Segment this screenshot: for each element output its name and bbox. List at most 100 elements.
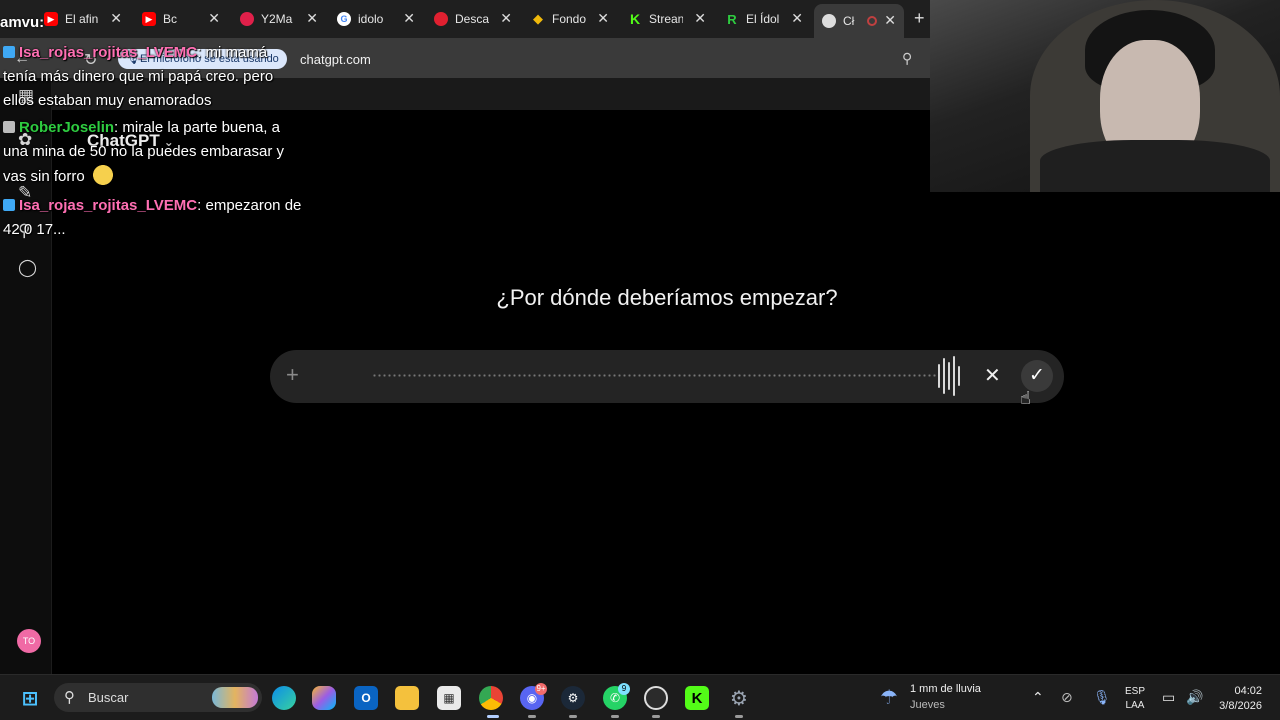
close-tab-icon[interactable]: ✕ — [403, 10, 415, 27]
tab-8[interactable]: R El Ídol ✕ — [725, 6, 805, 32]
zoom-icon[interactable]: ⚲ — [902, 50, 912, 67]
close-tab-icon[interactable]: ✕ — [208, 10, 220, 27]
close-tab-icon[interactable]: ✕ — [884, 12, 896, 29]
volume-icon[interactable]: 🔊 — [1186, 689, 1203, 706]
copilot-icon[interactable] — [312, 686, 336, 710]
tab-title: El afin — [65, 12, 99, 26]
close-tab-icon[interactable]: ✕ — [694, 10, 706, 27]
settings-icon[interactable]: ⚙ — [727, 686, 751, 710]
chat-username: Isa_rojas_rojitas_LVEMC — [19, 197, 198, 214]
voice-level-bars — [938, 356, 962, 396]
emote-icon — [88, 164, 117, 186]
user-badge-icon — [3, 199, 15, 211]
url-text[interactable]: chatgpt.com — [300, 52, 371, 67]
tab-title: Bc — [163, 12, 178, 26]
youtube-icon: ▶ — [142, 12, 156, 26]
rain-icon[interactable]: ☂ — [880, 685, 898, 710]
tab-title: Y2Ma — [261, 12, 293, 26]
lang-bottom: LAA — [1125, 700, 1145, 711]
tab-2[interactable]: ▶ Bc ✕ — [142, 6, 222, 32]
chat-message: Isa_rojas_rojitas_LVEMC: empezaron de 42… — [3, 197, 302, 238]
youtube-icon: ▶ — [44, 12, 58, 26]
tab-title: idolo — [358, 12, 384, 26]
kick-icon: K — [629, 11, 641, 27]
voice-waveform — [372, 374, 938, 377]
whatsapp-badge: 9 — [618, 683, 630, 695]
tab-title: Fondo — [552, 12, 586, 26]
discord-running-indicator — [528, 715, 536, 718]
search-label: Buscar — [88, 690, 129, 705]
chat-bubble-icon[interactable]: ◯ — [18, 258, 37, 278]
taskbar-search[interactable]: ⚲ Buscar — [54, 683, 262, 712]
google-icon: G — [337, 12, 351, 26]
idolo-site-icon: R — [727, 11, 737, 27]
outlook-icon[interactable]: O — [354, 686, 378, 710]
obs-icon[interactable] — [644, 686, 668, 710]
tab-title: El Ídol — [746, 12, 780, 26]
webcam-jacket — [1040, 140, 1270, 192]
file-explorer-icon[interactable] — [395, 686, 419, 710]
chrome-icon[interactable] — [479, 686, 503, 710]
lang-top: ESP — [1125, 686, 1146, 697]
close-tab-icon[interactable]: ✕ — [500, 10, 512, 27]
level-bar — [953, 356, 955, 396]
tab-9-active[interactable]: Cł ✕ — [814, 4, 904, 38]
tab-7[interactable]: K Strean ✕ — [628, 6, 708, 32]
close-tab-icon[interactable]: ✕ — [306, 10, 318, 27]
steam-running-indicator — [569, 715, 577, 718]
network-off-icon[interactable]: ⊘ — [1061, 689, 1073, 706]
tab-title: Desca — [455, 12, 489, 26]
chat-message: Isa_rojas_rojitas_LVEMC: mi mamá tenía m… — [3, 44, 274, 109]
tab-1[interactable]: ▶ El afin ✕ — [44, 6, 124, 32]
chat-message: RoberJoselin: mirale la parte buena, a u… — [3, 119, 285, 186]
binance-icon: ◆ — [533, 11, 543, 26]
tab-5[interactable]: Desca ✕ — [434, 6, 514, 32]
chat-username: RoberJoselin — [19, 119, 115, 136]
weather-day: Jueves — [910, 699, 945, 711]
new-tab-button[interactable]: + — [914, 8, 925, 29]
chrome-active-indicator — [487, 715, 499, 718]
display-icon[interactable]: ▭ — [1162, 689, 1175, 706]
store-icon[interactable]: ▦ — [437, 686, 461, 710]
level-bar — [948, 362, 950, 390]
start-button-windows-icon[interactable]: ⊞ — [18, 686, 42, 710]
tab-title: Strean — [649, 12, 683, 26]
page-title: ¿Por dónde deberíamos empezar? — [496, 285, 838, 310]
kick-app-icon[interactable]: K — [685, 686, 709, 710]
level-bar — [943, 358, 945, 394]
tab-3[interactable]: Y2Ma ✕ — [240, 6, 320, 32]
tab-6[interactable]: ◆ Fondo ✕ — [531, 6, 611, 32]
edge-icon[interactable] — [272, 686, 296, 710]
clock[interactable]: 04:02 3/8/2026 — [1214, 684, 1262, 714]
clock-date: 3/8/2026 — [1219, 700, 1262, 712]
hand-cursor-icon: ☝ — [1020, 388, 1031, 408]
chat-username: Isa_rojas_rojitas_LVEMC — [19, 44, 198, 61]
chat-channel-label: amvu: — [0, 14, 45, 31]
close-tab-icon[interactable]: ✕ — [597, 10, 609, 27]
recording-dot-icon — [867, 16, 877, 26]
language-indicator[interactable]: ESP LAA — [1125, 685, 1145, 713]
discord-badge: 9+ — [535, 683, 547, 695]
obs-running-indicator — [652, 715, 660, 718]
user-badge-icon — [3, 46, 15, 58]
weather-title[interactable]: 1 mm de lluvia — [910, 683, 981, 695]
y2mate-icon — [240, 12, 254, 26]
settings-running-indicator — [735, 715, 743, 718]
add-attachment-icon[interactable]: + — [286, 362, 299, 388]
search-highlight-art — [212, 687, 258, 708]
search-icon: ⚲ — [64, 689, 75, 706]
download-site-icon — [434, 12, 448, 26]
cancel-dictation-button[interactable]: ✕ — [984, 363, 1001, 388]
user-badge-icon — [3, 121, 15, 133]
close-tab-icon[interactable]: ✕ — [110, 10, 122, 27]
close-tab-icon[interactable]: ✕ — [791, 10, 803, 27]
level-bar — [938, 364, 940, 388]
tab-4[interactable]: G idolo ✕ — [337, 6, 417, 32]
level-bar — [958, 366, 960, 386]
whatsapp-running-indicator — [611, 715, 619, 718]
steam-icon[interactable]: ⚙ — [561, 686, 585, 710]
microphone-tray-icon[interactable]: 🎙 — [1093, 689, 1111, 706]
avatar[interactable]: TO — [17, 629, 41, 653]
chevron-up-icon[interactable]: ⌃ — [1032, 689, 1044, 706]
tab-title: Cł — [843, 14, 855, 28]
